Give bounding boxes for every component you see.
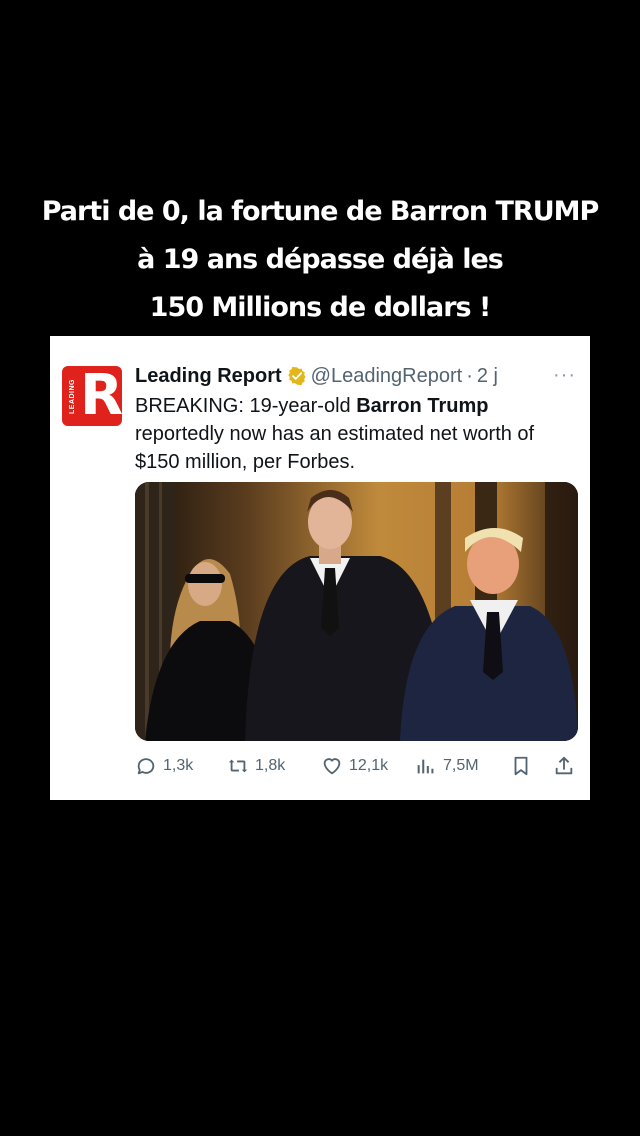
- avatar[interactable]: LEADING R: [62, 366, 122, 426]
- views-icon: [417, 759, 434, 774]
- avatar-logo-word: LEADING: [68, 378, 76, 414]
- author-handle[interactable]: @LeadingReport: [311, 365, 463, 388]
- tweet-photo[interactable]: [135, 482, 578, 741]
- repost-button[interactable]: 1,8k: [227, 752, 285, 780]
- like-count: 12,1k: [349, 757, 389, 774]
- tweet-text-bold[interactable]: Barron Trump: [356, 395, 488, 417]
- share-icon: [555, 756, 573, 775]
- share-button[interactable]: [553, 752, 581, 780]
- reply-icon: [137, 758, 155, 775]
- more-options-icon[interactable]: ···: [553, 364, 576, 387]
- separator-dot: ·: [466, 364, 473, 387]
- views-button[interactable]: 7,5M: [415, 752, 479, 780]
- verified-badge-icon: [288, 366, 306, 386]
- photo-of-three-people-icon: [135, 482, 578, 741]
- bookmark-icon: [514, 756, 528, 776]
- headline-line-1: Parti de 0, la fortune de Barron TRUMP: [41, 196, 600, 227]
- headline: Parti de 0, la fortune de Barron TRUMP à…: [0, 188, 640, 332]
- heart-icon: [323, 758, 341, 775]
- tweet-text-part-2: reportedly now has an estimated net wort…: [135, 423, 535, 473]
- repost-icon: [228, 759, 248, 773]
- tweet-text: BREAKING: 19-year-old Barron Trump repor…: [135, 392, 575, 476]
- reply-button[interactable]: 1,3k: [135, 752, 193, 780]
- like-button[interactable]: 12,1k: [321, 752, 388, 780]
- headline-line-2: à 19 ans dépasse déjà les: [137, 244, 504, 275]
- tweet-header: Leading Report @LeadingReport · 2 j: [135, 364, 578, 388]
- tweet-text-part-1: BREAKING: 19-year-old: [135, 395, 357, 417]
- tweet-card[interactable]: LEADING R Leading Report @LeadingReport …: [50, 336, 590, 800]
- avatar-logo-letter: R: [80, 366, 122, 426]
- repost-count: 1,8k: [255, 757, 286, 774]
- tweet-actions: 1,3k 1,8k 12,1k 7,5M: [135, 752, 578, 780]
- author-name[interactable]: Leading Report: [135, 365, 282, 388]
- headline-line-3: 150 Millions de dollars !: [149, 292, 492, 323]
- tweet-time[interactable]: 2 j: [477, 365, 498, 388]
- view-count: 7,5M: [443, 757, 479, 774]
- bookmark-button[interactable]: [510, 752, 538, 780]
- reply-count: 1,3k: [163, 757, 194, 774]
